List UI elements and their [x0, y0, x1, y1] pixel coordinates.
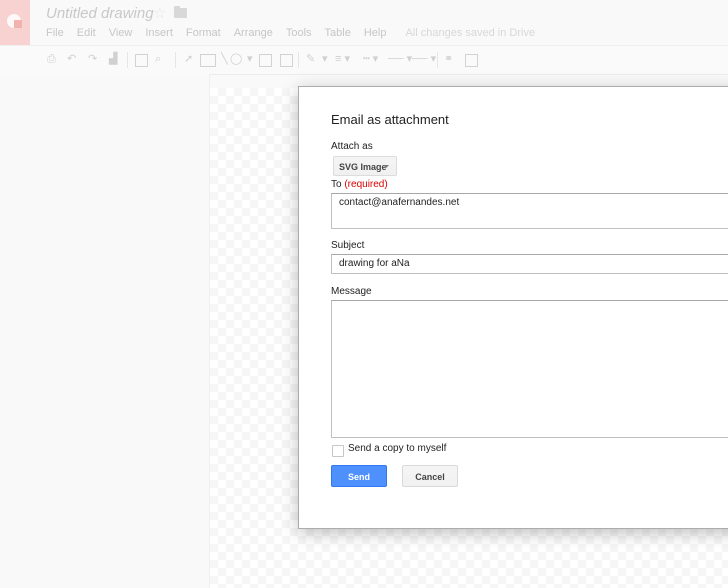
line-color-dropdown-icon[interactable]: ▾ [322, 53, 328, 66]
to-label: To (required) [331, 179, 388, 190]
toolbar-separator [127, 52, 128, 68]
app-logo[interactable] [0, 0, 30, 45]
link-icon[interactable]: ⚭ [444, 53, 453, 66]
menu-bar: File Edit View Insert Format Arrange Too… [46, 27, 548, 41]
attach-as-label: Attach as [331, 141, 373, 152]
word-art-icon[interactable] [200, 54, 216, 67]
message-label: Message [331, 286, 372, 297]
message-field[interactable] [331, 300, 728, 438]
text-box-icon[interactable] [259, 54, 272, 67]
paint-format-icon[interactable]: ▟ [109, 53, 117, 66]
menu-view[interactable]: View [109, 27, 133, 41]
folder-icon[interactable] [174, 6, 187, 18]
undo-icon[interactable]: ↶ [67, 53, 76, 66]
line-end-icon[interactable]: ── ▾ [412, 53, 436, 66]
to-label-text: To [331, 179, 342, 190]
menu-help[interactable]: Help [364, 27, 387, 41]
toolbar-separator [175, 52, 176, 68]
chevron-down-icon [383, 165, 389, 168]
canvas-margin [0, 74, 210, 588]
star-icon[interactable]: ☆ [153, 4, 166, 22]
toolbar-separator [298, 52, 299, 68]
select-icon[interactable]: ➚ [184, 53, 193, 66]
to-field-value: contact@anafernandes.net [339, 197, 460, 208]
send-copy-checkbox[interactable] [332, 445, 344, 457]
menu-insert[interactable]: Insert [145, 27, 173, 41]
subject-field[interactable]: drawing for aNa [331, 254, 728, 274]
email-attachment-dialog: Email as attachment Attach as SVG Image … [298, 86, 728, 529]
toolbar-separator [437, 52, 438, 68]
line-color-icon[interactable]: ✎ [306, 53, 315, 66]
menu-table[interactable]: Table [325, 27, 351, 41]
to-field[interactable]: contact@anafernandes.net [331, 193, 728, 229]
document-title[interactable]: Untitled drawing [46, 5, 154, 22]
attach-format-value: SVG Image [339, 162, 387, 172]
attach-format-select[interactable]: SVG Image [333, 156, 397, 176]
menu-edit[interactable]: Edit [77, 27, 96, 41]
menu-format[interactable]: Format [186, 27, 221, 41]
zoom-fit-icon[interactable] [135, 54, 148, 67]
redo-icon[interactable]: ↷ [88, 53, 97, 66]
menu-tools[interactable]: Tools [286, 27, 312, 41]
line-start-icon[interactable]: ── ▾ [388, 53, 412, 66]
menu-arrange[interactable]: Arrange [234, 27, 273, 41]
line-dash-icon[interactable]: ┅ ▾ [363, 53, 378, 66]
image-icon[interactable] [280, 54, 293, 67]
comment-icon[interactable] [465, 54, 478, 67]
menu-file[interactable]: File [46, 27, 64, 41]
save-status: All changes saved in Drive [405, 27, 536, 39]
cancel-button[interactable]: Cancel [402, 465, 458, 487]
dialog-title: Email as attachment [331, 112, 449, 127]
drawings-logo-square [14, 20, 22, 28]
send-button[interactable]: Send [331, 465, 387, 487]
line-icon[interactable]: ╲ [221, 53, 228, 66]
print-icon[interactable]: ⎙ [47, 53, 56, 66]
line-weight-icon[interactable]: ≡ ▾ [335, 53, 350, 66]
zoom-icon[interactable]: ⌕ [155, 53, 161, 66]
shape-icon[interactable]: ◯ [230, 53, 242, 66]
shape-dropdown-icon[interactable]: ▾ [247, 53, 253, 66]
send-copy-label[interactable]: Send a copy to myself [348, 443, 446, 454]
required-indicator: (required) [344, 179, 388, 190]
toolbar: ⎙ ↶ ↷ ▟ ⌕ ➚ ╲ ◯ ▾ ✎ ▾ ≡ ▾ ┅ ▾ ── ▾ ── ▾ … [0, 45, 728, 75]
subject-field-value: drawing for aNa [339, 258, 410, 269]
subject-label: Subject [331, 240, 365, 251]
